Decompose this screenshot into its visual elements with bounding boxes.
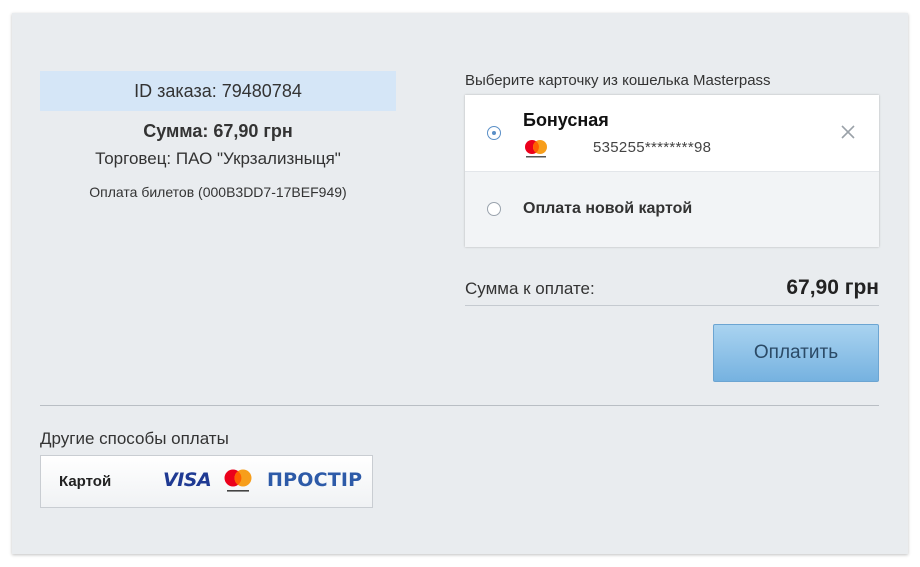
total-value: 67,90 грн <box>786 276 879 299</box>
pay-by-card-button[interactable]: Картой VISA ПРОСТІР <box>40 455 373 508</box>
remove-card-close-icon[interactable] <box>840 124 856 140</box>
mastercard-icon <box>523 139 549 159</box>
pay-by-card-label: Картой <box>59 473 112 490</box>
order-description: Оплата билетов (000B3DD7-17BEF949) <box>89 184 347 200</box>
card-name: Бонусная <box>523 110 609 130</box>
visa-logo-icon: VISA <box>163 469 212 491</box>
total-label: Сумма к оплате: <box>465 279 595 298</box>
pay-button[interactable]: Оплатить <box>713 324 879 382</box>
wallet-title: Выберите карточку из кошелька Masterpass <box>465 72 771 89</box>
payment-panel: ID заказа: 79480784 Сумма: 67,90 грн Тор… <box>12 13 908 554</box>
card-number: 535255********98 <box>593 139 712 156</box>
mastercard-logo-icon <box>222 468 254 494</box>
card-radio-selected[interactable] <box>487 126 501 140</box>
other-methods-title: Другие способы оплаты <box>40 429 229 448</box>
new-card-label: Оплата новой картой <box>523 200 693 217</box>
wallet-card-list: Бонусная 535255********98 Оплата новой к… <box>465 95 879 247</box>
wallet-card-item[interactable]: Бонусная 535255********98 <box>465 95 879 172</box>
merchant-name: Торговец: ПАО "Укрзализныця" <box>95 149 341 168</box>
order-amount: Сумма: 67,90 грн <box>143 121 293 141</box>
total-divider <box>465 305 879 306</box>
prostir-logo-icon: ПРОСТІР <box>267 469 363 491</box>
new-card-option[interactable]: Оплата новой картой <box>465 172 879 247</box>
order-id: ID заказа: 79480784 <box>40 71 396 111</box>
new-card-radio[interactable] <box>487 202 501 216</box>
section-divider <box>40 405 879 406</box>
